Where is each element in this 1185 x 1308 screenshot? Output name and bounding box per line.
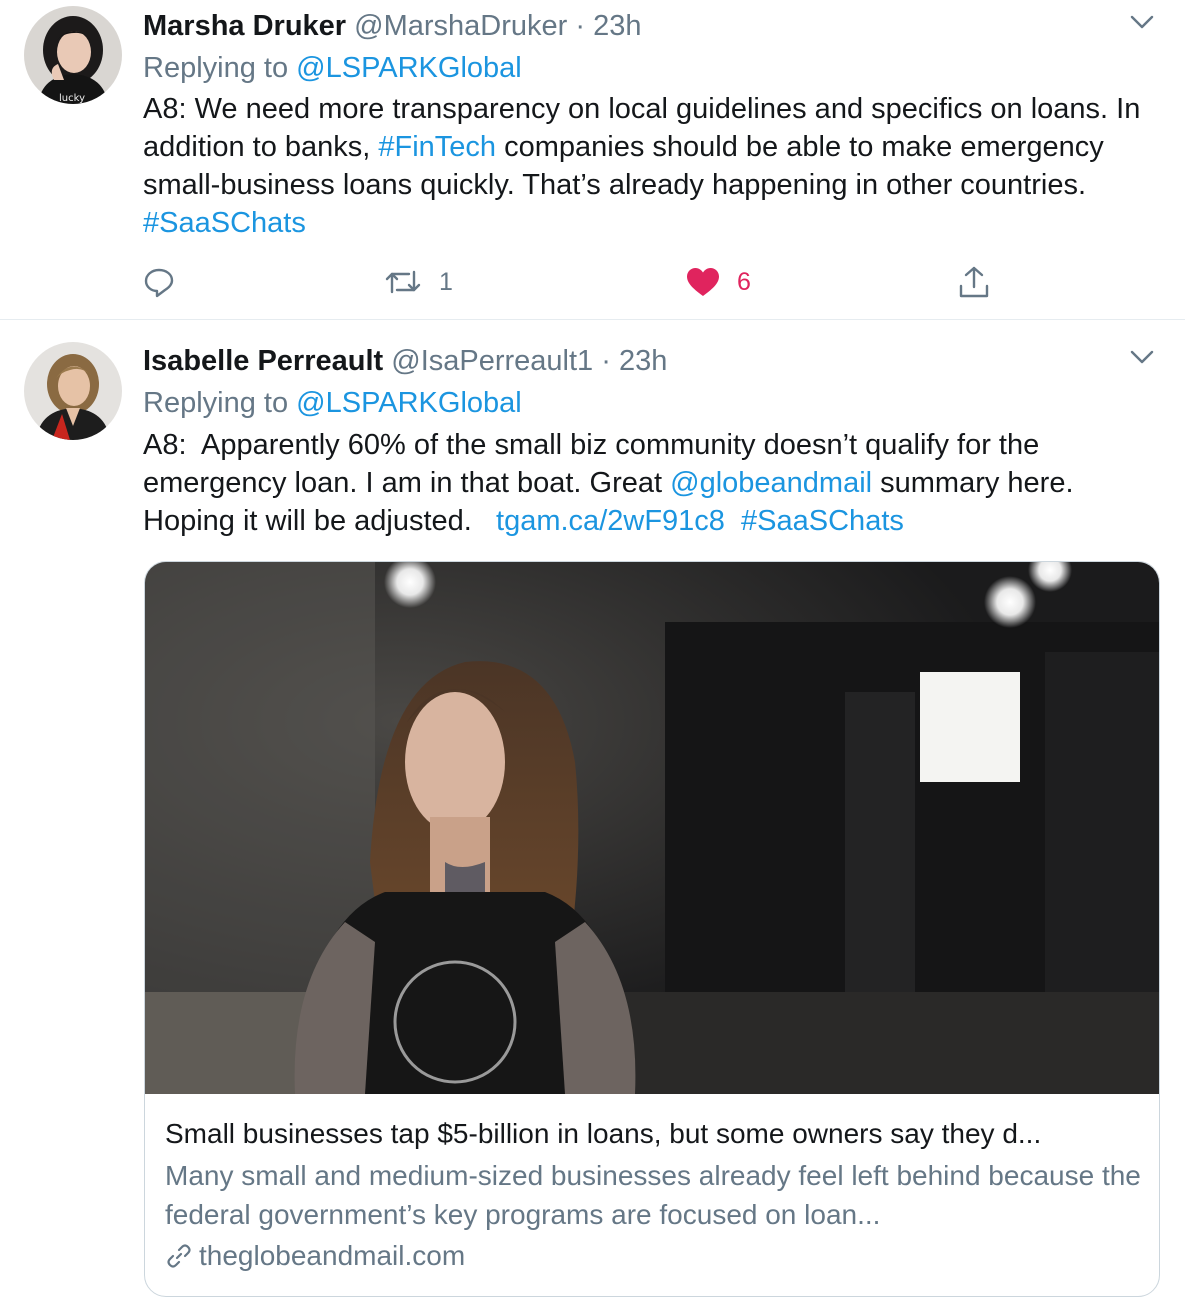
- display-name[interactable]: Isabelle Perreault: [143, 345, 383, 377]
- more-options-chevron-down-icon[interactable]: [1129, 12, 1155, 32]
- card-domain: theglobeandmail.com: [165, 1236, 465, 1276]
- tweet-header: Isabelle Perreault @IsaPerreault1 · 23h: [143, 341, 667, 381]
- card-domain-text: theglobeandmail.com: [199, 1240, 466, 1271]
- avatar-shirt-text: lucky: [59, 93, 85, 104]
- tweet[interactable]: lucky Marsha Druker @MarshaDruker · 23h …: [0, 0, 1185, 320]
- card-image[interactable]: [145, 562, 1159, 1094]
- card-description: Many small and medium-sized businesses a…: [165, 1160, 1141, 1230]
- replying-to: Replying to @LSPARKGlobal: [143, 48, 522, 88]
- replying-prefix: Replying to: [143, 387, 289, 419]
- user-handle[interactable]: @MarshaDruker: [354, 10, 567, 42]
- tweet-text: A8: Apparently 60% of the small biz comm…: [143, 426, 1153, 540]
- avatar[interactable]: [24, 342, 122, 440]
- replying-prefix: Replying to: [143, 52, 289, 84]
- more-options-chevron-down-icon[interactable]: [1129, 347, 1155, 367]
- heart-icon: [687, 268, 719, 296]
- like-button[interactable]: 6: [685, 258, 751, 306]
- link-chain-icon: [167, 1244, 191, 1268]
- url-link[interactable]: tgam.ca/2wF91c8: [496, 505, 725, 537]
- reply-button[interactable]: [143, 258, 191, 306]
- replying-to-mention[interactable]: @LSPARKGlobal: [296, 387, 522, 419]
- separator: ·: [575, 10, 586, 42]
- avatar[interactable]: lucky: [24, 6, 122, 104]
- card-title[interactable]: Small businesses tap $5-billion in loans…: [165, 1114, 1145, 1154]
- display-name[interactable]: Marsha Druker: [143, 10, 346, 42]
- retweet-arrows-icon: [385, 270, 421, 294]
- replying-to: Replying to @LSPARKGlobal: [143, 383, 522, 423]
- speech-bubble-icon: [144, 268, 174, 298]
- link-preview-card[interactable]: Small businesses tap $5-billion in loans…: [144, 561, 1160, 1297]
- tweet-text-part: [725, 505, 741, 537]
- tweet[interactable]: Isabelle Perreault @IsaPerreault1 · 23h …: [0, 321, 1185, 1308]
- share-upload-icon: [959, 266, 989, 298]
- separator: ·: [601, 345, 611, 377]
- replying-to-mention[interactable]: @LSPARKGlobal: [296, 52, 522, 84]
- tweet-header: Marsha Druker @MarshaDruker · 23h: [143, 6, 642, 46]
- hashtag-link[interactable]: #FinTech: [378, 131, 496, 163]
- retweet-button[interactable]: 1: [383, 258, 453, 306]
- timestamp[interactable]: 23h: [619, 345, 667, 377]
- hashtag-link[interactable]: #SaaSChats: [741, 505, 904, 537]
- retweet-count: 1: [439, 267, 453, 296]
- share-button[interactable]: [957, 258, 991, 306]
- tweet-text: A8: We need more transparency on local g…: [143, 90, 1153, 242]
- user-handle[interactable]: @IsaPerreault1: [391, 345, 593, 377]
- timestamp[interactable]: 23h: [593, 10, 641, 42]
- tweet-actions: 1 6: [143, 258, 1043, 306]
- hashtag-link[interactable]: #SaaSChats: [143, 207, 306, 239]
- like-count: 6: [737, 267, 751, 296]
- mention-link[interactable]: @globeandmail: [670, 467, 872, 499]
